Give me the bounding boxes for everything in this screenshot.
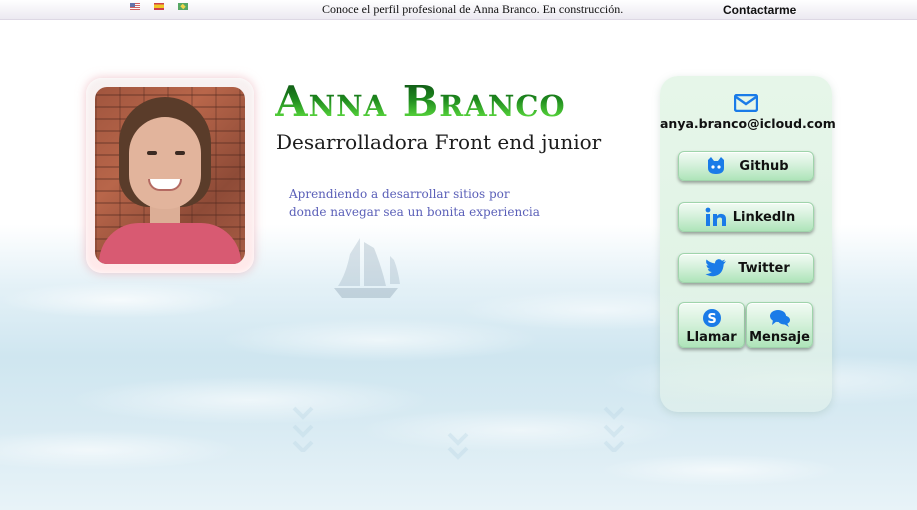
envelope-icon xyxy=(734,94,758,112)
profile-bio: Aprendiendo a desarrollar sitios por don… xyxy=(289,187,540,219)
scroll-down-chevron-icon[interactable] xyxy=(603,404,625,452)
message-label: Mensaje xyxy=(749,330,810,345)
junk-ship-icon xyxy=(334,238,400,298)
spain-flag-icon[interactable] xyxy=(154,3,164,10)
contact-card: anya.branco@icloud.com Github LinkedIn T… xyxy=(660,76,836,412)
profile-photo xyxy=(95,87,245,264)
profile-name: Anna Branco xyxy=(275,77,566,126)
top-bar: Conoce el perfil profesional de Anna Bra… xyxy=(0,0,917,20)
github-icon xyxy=(708,157,724,174)
site-tagline: Conoce el perfil profesional de Anna Bra… xyxy=(322,2,624,16)
linkedin-button[interactable]: LinkedIn xyxy=(678,202,814,232)
brazil-flag-icon[interactable] xyxy=(178,3,188,10)
github-button[interactable]: Github xyxy=(678,151,814,181)
twitter-label: Twitter xyxy=(738,260,790,276)
svg-text:S: S xyxy=(707,312,716,327)
linkedin-label: LinkedIn xyxy=(732,209,796,225)
contact-link[interactable]: Contactarme xyxy=(723,3,796,17)
twitter-icon xyxy=(705,259,726,277)
linkedin-icon xyxy=(705,207,726,226)
message-button[interactable]: Mensaje xyxy=(746,302,813,348)
profile-role: Desarrolladora Front end junior xyxy=(276,130,602,154)
call-label: Llamar xyxy=(686,330,737,345)
github-label: Github xyxy=(739,158,789,174)
scroll-down-chevron-icon[interactable] xyxy=(447,420,469,468)
skype-icon: S xyxy=(703,309,721,327)
twitter-button[interactable]: Twitter xyxy=(678,253,814,283)
us-flag-icon[interactable] xyxy=(130,3,140,10)
profile-photo-frame xyxy=(86,78,254,273)
chat-bubbles-icon xyxy=(770,310,790,327)
scroll-down-chevron-icon[interactable] xyxy=(292,404,314,452)
language-selector xyxy=(130,3,188,10)
email-address[interactable]: anya.branco@icloud.com xyxy=(660,116,836,131)
call-button[interactable]: S Llamar xyxy=(678,302,745,348)
